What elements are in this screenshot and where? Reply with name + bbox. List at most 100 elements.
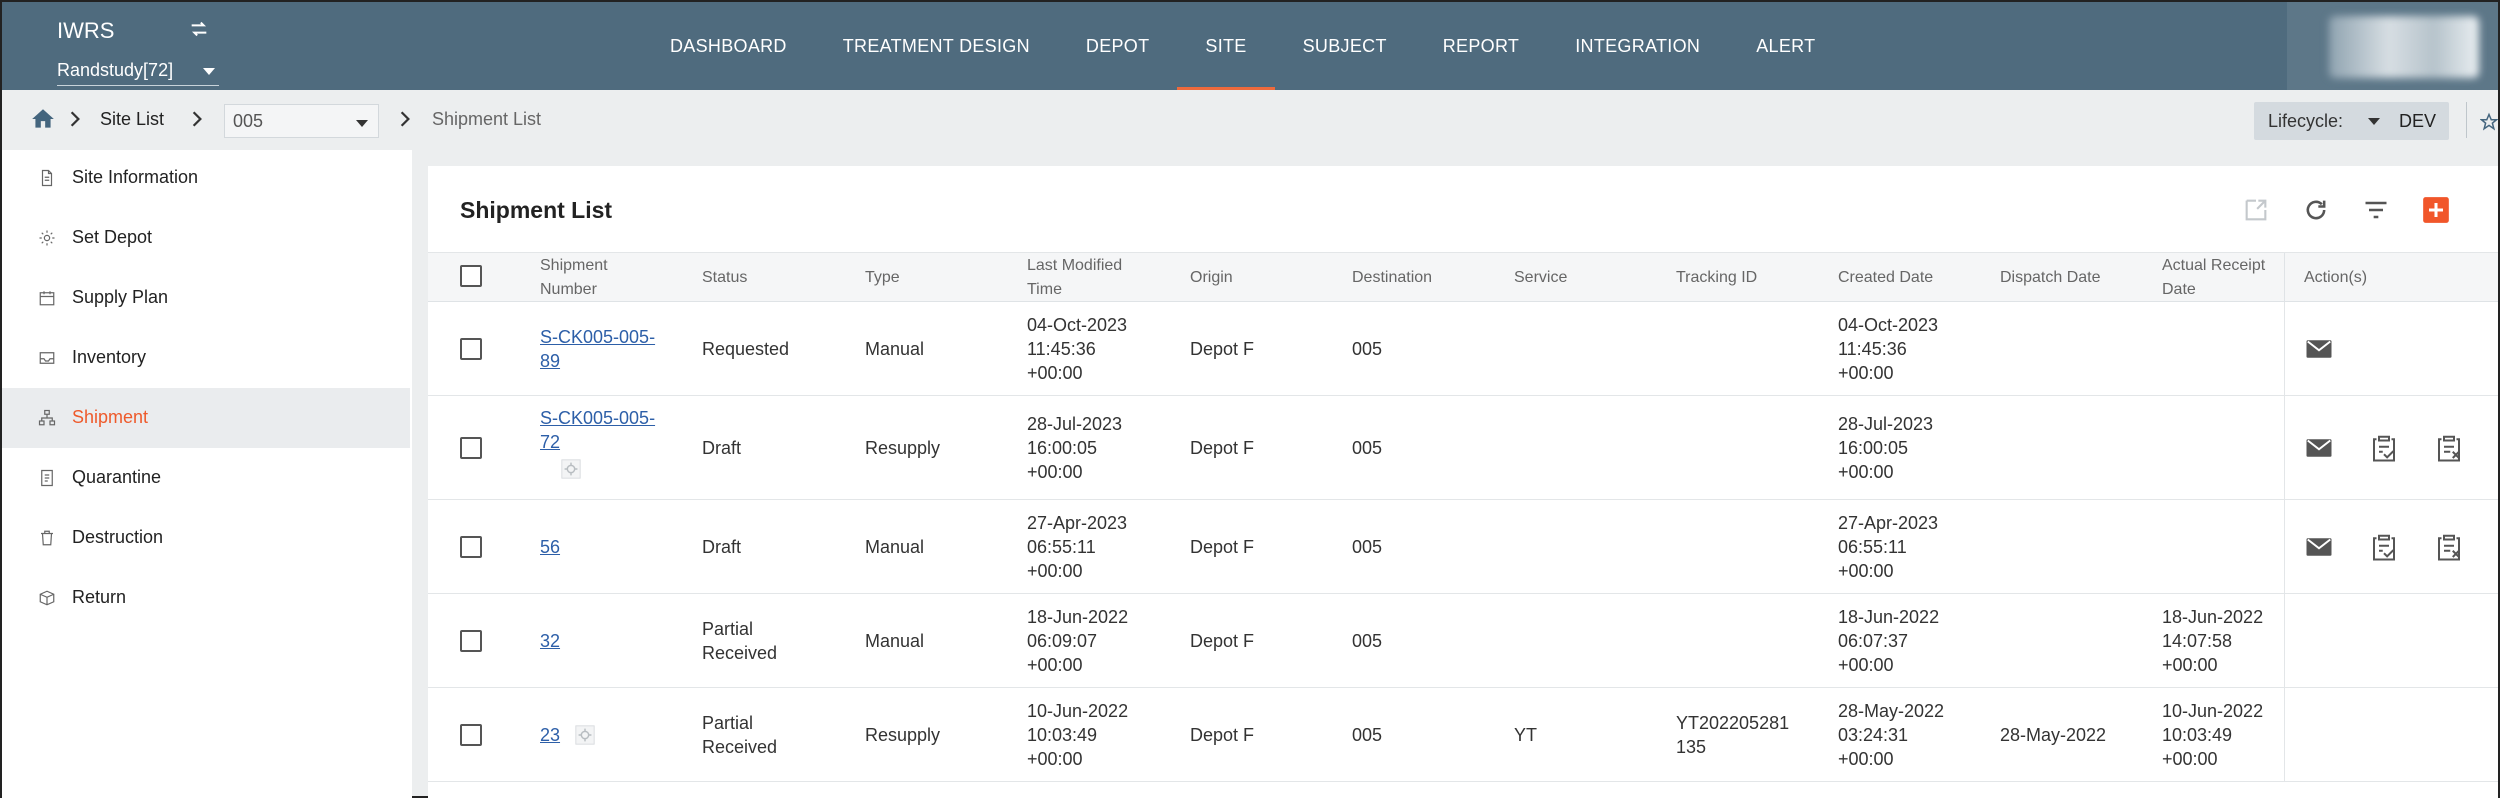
calendar-icon bbox=[39, 291, 55, 306]
add-shipment-icon[interactable] bbox=[2422, 196, 2450, 224]
approve-clipboard-icon[interactable] bbox=[2369, 532, 2399, 562]
site-select[interactable]: 005 bbox=[224, 104, 379, 138]
sidebar-item-destruction[interactable]: Destruction bbox=[2, 508, 410, 568]
sidebar-item-set-depot[interactable]: Set Depot bbox=[2, 208, 410, 268]
shipment-number-link[interactable]: S-CK005-005- 72 bbox=[540, 406, 655, 454]
sidebar-item-label: Supply Plan bbox=[72, 287, 169, 307]
study-select[interactable]: Randstudy[72] bbox=[57, 56, 219, 86]
last-modified-cell: 10-Jun-2022 10:03:49 +00:00 bbox=[1027, 701, 1129, 769]
header-last-modified[interactable]: Last Modified Time bbox=[1027, 253, 1177, 303]
mail-icon[interactable] bbox=[2304, 433, 2334, 463]
header-created-date[interactable]: Created Date bbox=[1838, 253, 1933, 303]
breadcrumb-current: Shipment List bbox=[432, 109, 542, 129]
mail-icon[interactable] bbox=[2304, 532, 2334, 562]
created-date-cell: 27-Apr-2023 06:55:11 +00:00 bbox=[1838, 513, 1939, 581]
nav-item-site[interactable]: SITE bbox=[1177, 2, 1275, 90]
shipment-number-link[interactable]: 32 bbox=[540, 629, 560, 653]
chevron-down-icon bbox=[356, 120, 368, 127]
inbox-icon bbox=[39, 352, 55, 364]
service-cell: YT bbox=[1514, 725, 1538, 745]
column-divider bbox=[2284, 688, 2285, 781]
created-date-cell: 28-May-2022 03:24:31 +00:00 bbox=[1838, 701, 1945, 769]
header-type[interactable]: Type bbox=[865, 253, 900, 303]
nav-item-dashboard[interactable]: DASHBOARD bbox=[642, 2, 815, 90]
header-origin[interactable]: Origin bbox=[1190, 253, 1233, 303]
cancel-clipboard-icon[interactable] bbox=[2434, 532, 2464, 562]
sidebar-item-supply-plan[interactable]: Supply Plan bbox=[2, 268, 410, 328]
breadcrumb-site-list[interactable]: Site List bbox=[100, 109, 164, 130]
sidebar-item-label: Inventory bbox=[72, 347, 147, 367]
row-checkbox[interactable] bbox=[460, 630, 482, 652]
approve-clipboard-icon[interactable] bbox=[2369, 433, 2399, 463]
app-name: IWRS bbox=[57, 18, 115, 43]
header-tracking-id[interactable]: Tracking ID bbox=[1676, 253, 1757, 303]
shipment-number-link[interactable]: S-CK005-005- 89 bbox=[540, 325, 655, 373]
created-date-cell: 04-Oct-2023 11:45:36 +00:00 bbox=[1838, 315, 1939, 383]
nav-item-report[interactable]: REPORT bbox=[1415, 2, 1547, 90]
header-dispatch-date[interactable]: Dispatch Date bbox=[2000, 253, 2101, 303]
select-all-checkbox[interactable] bbox=[460, 265, 482, 287]
user-avatar-blurred bbox=[2329, 16, 2479, 78]
sidebar-item-site-information[interactable]: Site Information bbox=[2, 148, 410, 208]
header-status[interactable]: Status bbox=[702, 253, 747, 303]
table-row: S-CK005-005- 72 Draft Resupply 28-Jul-2023 16… bbox=[428, 396, 2498, 500]
nav-item-integration[interactable]: INTEGRATION bbox=[1547, 2, 1728, 90]
last-modified-cell: 04-Oct-2023 11:45:36 +00:00 bbox=[1027, 315, 1128, 383]
settings-tag-icon[interactable] bbox=[560, 458, 582, 480]
export-icon[interactable] bbox=[2242, 196, 2270, 224]
sidebar-item-return[interactable]: Return bbox=[2, 568, 410, 628]
divider bbox=[2466, 102, 2467, 138]
header-service[interactable]: Service bbox=[1514, 253, 1567, 303]
table-header: Shipment Number Status Type Last Modified… bbox=[428, 252, 2498, 302]
type-cell: Manual bbox=[865, 631, 925, 651]
row-checkbox[interactable] bbox=[460, 724, 482, 746]
star-icon[interactable] bbox=[2480, 112, 2498, 132]
nav-item-subject[interactable]: SUBJECT bbox=[1275, 2, 1415, 90]
table-row: S-CK005-005- 89 Requested Manual 04-Oct-2023… bbox=[428, 302, 2498, 396]
sidebar-item-inventory[interactable]: Inventory bbox=[2, 328, 410, 388]
origin-cell: Depot F bbox=[1190, 537, 1255, 557]
column-divider bbox=[2284, 302, 2285, 395]
dispatch-date-cell: 28-May-2022 bbox=[2000, 725, 2107, 745]
top-navigation-bar: IWRS Randstudy[72] DASHBOARD TREATMENT DE… bbox=[2, 2, 2498, 90]
nav-item-treatment-design[interactable]: TREATMENT DESIGN bbox=[815, 2, 1058, 90]
shipment-number-link[interactable]: 56 bbox=[540, 535, 560, 559]
status-cell: Requested bbox=[702, 339, 790, 359]
nav-item-depot[interactable]: DEPOT bbox=[1058, 2, 1178, 90]
lifecycle-label: Lifecycle: bbox=[2268, 111, 2344, 131]
sidebar-item-label: Shipment bbox=[72, 407, 149, 427]
last-modified-cell: 28-Jul-2023 16:00:05 +00:00 bbox=[1027, 414, 1123, 482]
filter-icon[interactable] bbox=[2362, 196, 2390, 224]
shipment-list-card: Shipment List Shipment Number Status Type… bbox=[428, 166, 2498, 798]
sidebar-item-quarantine[interactable]: Quarantine bbox=[2, 448, 410, 508]
row-checkbox[interactable] bbox=[460, 536, 482, 558]
cancel-clipboard-icon[interactable] bbox=[2434, 433, 2464, 463]
actual-receipt-date-cell: 10-Jun-2022 10:03:49 +00:00 bbox=[2162, 701, 2264, 769]
type-cell: Resupply bbox=[865, 438, 941, 458]
tracking-id-cell: YT202205281 135 bbox=[1676, 713, 1790, 757]
sidebar-item-shipment[interactable]: Shipment bbox=[2, 388, 410, 448]
refresh-icon[interactable] bbox=[2302, 196, 2330, 224]
actual-receipt-date-cell: 18-Jun-2022 14:07:58 +00:00 bbox=[2162, 607, 2264, 675]
nav-item-alert[interactable]: ALERT bbox=[1728, 2, 1843, 90]
chevron-right-icon bbox=[192, 111, 202, 127]
header-destination[interactable]: Destination bbox=[1352, 253, 1432, 303]
chevron-down-icon[interactable] bbox=[2368, 118, 2380, 125]
row-checkbox[interactable] bbox=[460, 338, 482, 360]
mail-icon[interactable] bbox=[2304, 334, 2334, 364]
shipment-number-link[interactable]: 23 bbox=[540, 723, 560, 747]
site-select-value: 005 bbox=[233, 111, 264, 131]
destination-cell: 005 bbox=[1352, 631, 1383, 651]
settings-tag-icon[interactable] bbox=[574, 724, 596, 746]
home-icon[interactable] bbox=[30, 106, 56, 132]
switch-icon[interactable] bbox=[188, 18, 210, 40]
status-cell: Draft bbox=[702, 438, 742, 458]
row-checkbox[interactable] bbox=[460, 437, 482, 459]
header-shipment-number[interactable]: Shipment Number bbox=[540, 253, 680, 303]
origin-cell: Depot F bbox=[1190, 631, 1255, 651]
column-divider bbox=[2284, 594, 2285, 687]
sidebar-item-label: Destruction bbox=[72, 527, 164, 547]
user-menu[interactable] bbox=[2287, 2, 2498, 90]
header-actual-receipt-date[interactable]: Actual Receipt Date bbox=[2162, 253, 2292, 303]
destination-cell: 005 bbox=[1352, 537, 1383, 557]
